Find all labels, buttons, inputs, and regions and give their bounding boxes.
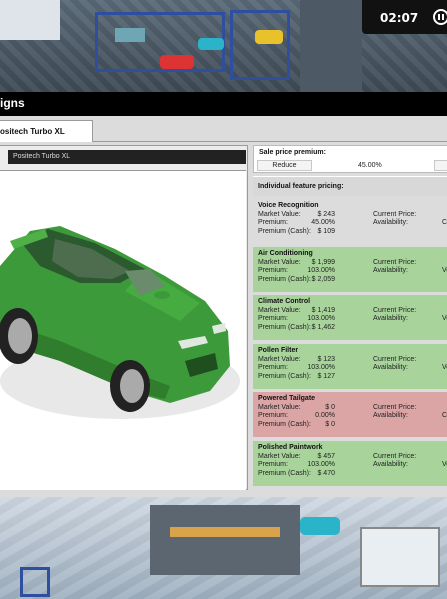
- factory-wall: [0, 0, 60, 40]
- sale-premium-box: Sale price premium: Reduce 45.00%: [253, 145, 447, 173]
- increase-button[interactable]: [434, 160, 447, 171]
- availability-value: Ve: [442, 267, 447, 274]
- feature-name: Voice Recognition: [258, 202, 319, 209]
- feature-air-conditioning[interactable]: Air Conditioning Market Value: $ 1,999 Cur…: [253, 247, 447, 292]
- availability-value: Ve: [442, 461, 447, 468]
- availability-label: Availability:: [373, 267, 408, 274]
- feature-powered-tailgate[interactable]: Powered Tailgate Market Value: $ 0 Current…: [253, 392, 447, 437]
- premium-cash-value: $ 1,462: [311, 323, 335, 331]
- premium-cash-label: Premium (Cash):: [258, 323, 311, 331]
- cyan-car-sprite: [300, 517, 340, 535]
- availability-label: Availability:: [373, 315, 408, 322]
- market-value-label: Market Value:: [258, 210, 301, 218]
- market-value-label: Market Value:: [258, 452, 301, 460]
- premium-cash-label: Premium (Cash):: [258, 420, 311, 428]
- cyan-car-sprite: [198, 38, 224, 50]
- premium-label: Premium:: [258, 315, 288, 322]
- premium-cash-value: $ 0: [325, 420, 335, 428]
- availability-value: Ve: [442, 315, 447, 322]
- feature-name: Powered Tailgate: [258, 395, 316, 402]
- premium-value: 45.00%: [311, 219, 335, 226]
- premium-value: 103.00%: [307, 267, 335, 274]
- factory-machinery: [150, 505, 300, 575]
- market-value-label: Market Value:: [258, 258, 301, 266]
- conveyor-belt: [170, 527, 280, 537]
- market-value: $ 457: [317, 452, 335, 460]
- premium-cash-label: Premium (Cash):: [258, 372, 311, 380]
- premium-cash-value: $ 2,059: [311, 275, 335, 283]
- red-car-sprite: [160, 55, 194, 69]
- market-value-label: Market Value:: [258, 306, 301, 314]
- feature-polished-paintwork[interactable]: Polished Paintwork Market Value: $ 457 Cur…: [253, 441, 447, 486]
- market-value: $ 123: [317, 355, 335, 363]
- clock-time: 02:07: [380, 11, 419, 25]
- availability-value: C: [442, 219, 447, 226]
- market-value: $ 243: [317, 210, 335, 218]
- premium-label: Premium:: [258, 219, 288, 226]
- designs-panel: ositech Turbo XL Positech Turbo XL Sale …: [0, 116, 447, 497]
- premium-value: 103.00%: [307, 364, 335, 371]
- premium-cash-value: $ 127: [317, 372, 335, 380]
- premium-label: Premium:: [258, 412, 288, 419]
- premium-value: 103.00%: [307, 461, 335, 468]
- availability-label: Availability:: [373, 412, 408, 419]
- window-titlebar: igns: [0, 92, 447, 116]
- premium-value: 103.00%: [307, 315, 335, 322]
- pricing-area: Sale price premium: Reduce 45.00% Indivi…: [253, 145, 447, 490]
- sale-premium-value: 45.00%: [358, 162, 382, 169]
- factory-building: [360, 527, 440, 587]
- premium-label: Premium:: [258, 267, 288, 274]
- yellow-car-sprite: [255, 30, 283, 44]
- sale-premium-title: Sale price premium:: [259, 149, 326, 156]
- factory-view-bottom[interactable]: [0, 497, 447, 599]
- current-price-label: Current Price:: [373, 403, 417, 411]
- window-title: igns: [0, 96, 25, 110]
- availability-label: Availability:: [373, 461, 408, 468]
- premium-cash-label: Premium (Cash):: [258, 469, 311, 477]
- market-value-label: Market Value:: [258, 355, 301, 363]
- premium-label: Premium:: [258, 461, 288, 468]
- availability-value: Ve: [442, 364, 447, 371]
- reduce-button[interactable]: Reduce: [257, 160, 312, 171]
- feature-pollen-filter[interactable]: Pollen Filter Market Value: $ 123 Current …: [253, 344, 447, 389]
- premium-cash-label: Premium (Cash):: [258, 227, 311, 235]
- feature-climate-control[interactable]: Climate Control Market Value: $ 1,419 Curr…: [253, 295, 447, 340]
- availability-label: Availability:: [373, 219, 408, 226]
- availability-label: Availability:: [373, 364, 408, 371]
- feature-name: Climate Control: [258, 298, 311, 305]
- car-illustration: [0, 226, 240, 419]
- tab-design[interactable]: ositech Turbo XL: [0, 120, 93, 142]
- assembly-frame: [20, 567, 50, 597]
- feature-voice-recognition[interactable]: Voice Recognition Market Value: $ 243 Curr…: [253, 199, 447, 244]
- current-price-label: Current Price:: [373, 452, 417, 460]
- market-value: $ 1,419: [311, 306, 335, 314]
- market-value: $ 0: [325, 403, 335, 411]
- premium-cash-value: $ 470: [317, 469, 335, 477]
- current-price-label: Current Price:: [373, 355, 417, 363]
- feature-pricing-header: Individual feature pricing:: [253, 176, 447, 196]
- current-price-label: Current Price:: [373, 258, 417, 266]
- design-preview-frame: Positech Turbo XL: [0, 145, 248, 490]
- factory-floor: [300, 0, 362, 92]
- feature-name: Air Conditioning: [258, 250, 313, 257]
- design-name-field[interactable]: Positech Turbo XL: [8, 150, 246, 164]
- current-price-label: Current Price:: [373, 210, 417, 218]
- current-price-label: Current Price:: [373, 306, 417, 314]
- feature-name: Polished Paintwork: [258, 444, 323, 451]
- game-clock: 02:07: [362, 0, 447, 34]
- feature-name: Pollen Filter: [258, 347, 299, 354]
- premium-value: 0.00%: [315, 412, 335, 419]
- car-preview: [0, 170, 246, 490]
- premium-label: Premium:: [258, 364, 288, 371]
- pause-icon[interactable]: [433, 9, 447, 25]
- assembly-frame-2: [230, 10, 290, 80]
- market-value: $ 1,999: [311, 258, 335, 266]
- tab-divider: [93, 141, 447, 142]
- availability-value: C: [442, 412, 447, 419]
- premium-cash-label: Premium (Cash):: [258, 275, 311, 283]
- conveyor-pad: [115, 28, 145, 42]
- market-value-label: Market Value:: [258, 403, 301, 411]
- premium-cash-value: $ 109: [317, 227, 335, 235]
